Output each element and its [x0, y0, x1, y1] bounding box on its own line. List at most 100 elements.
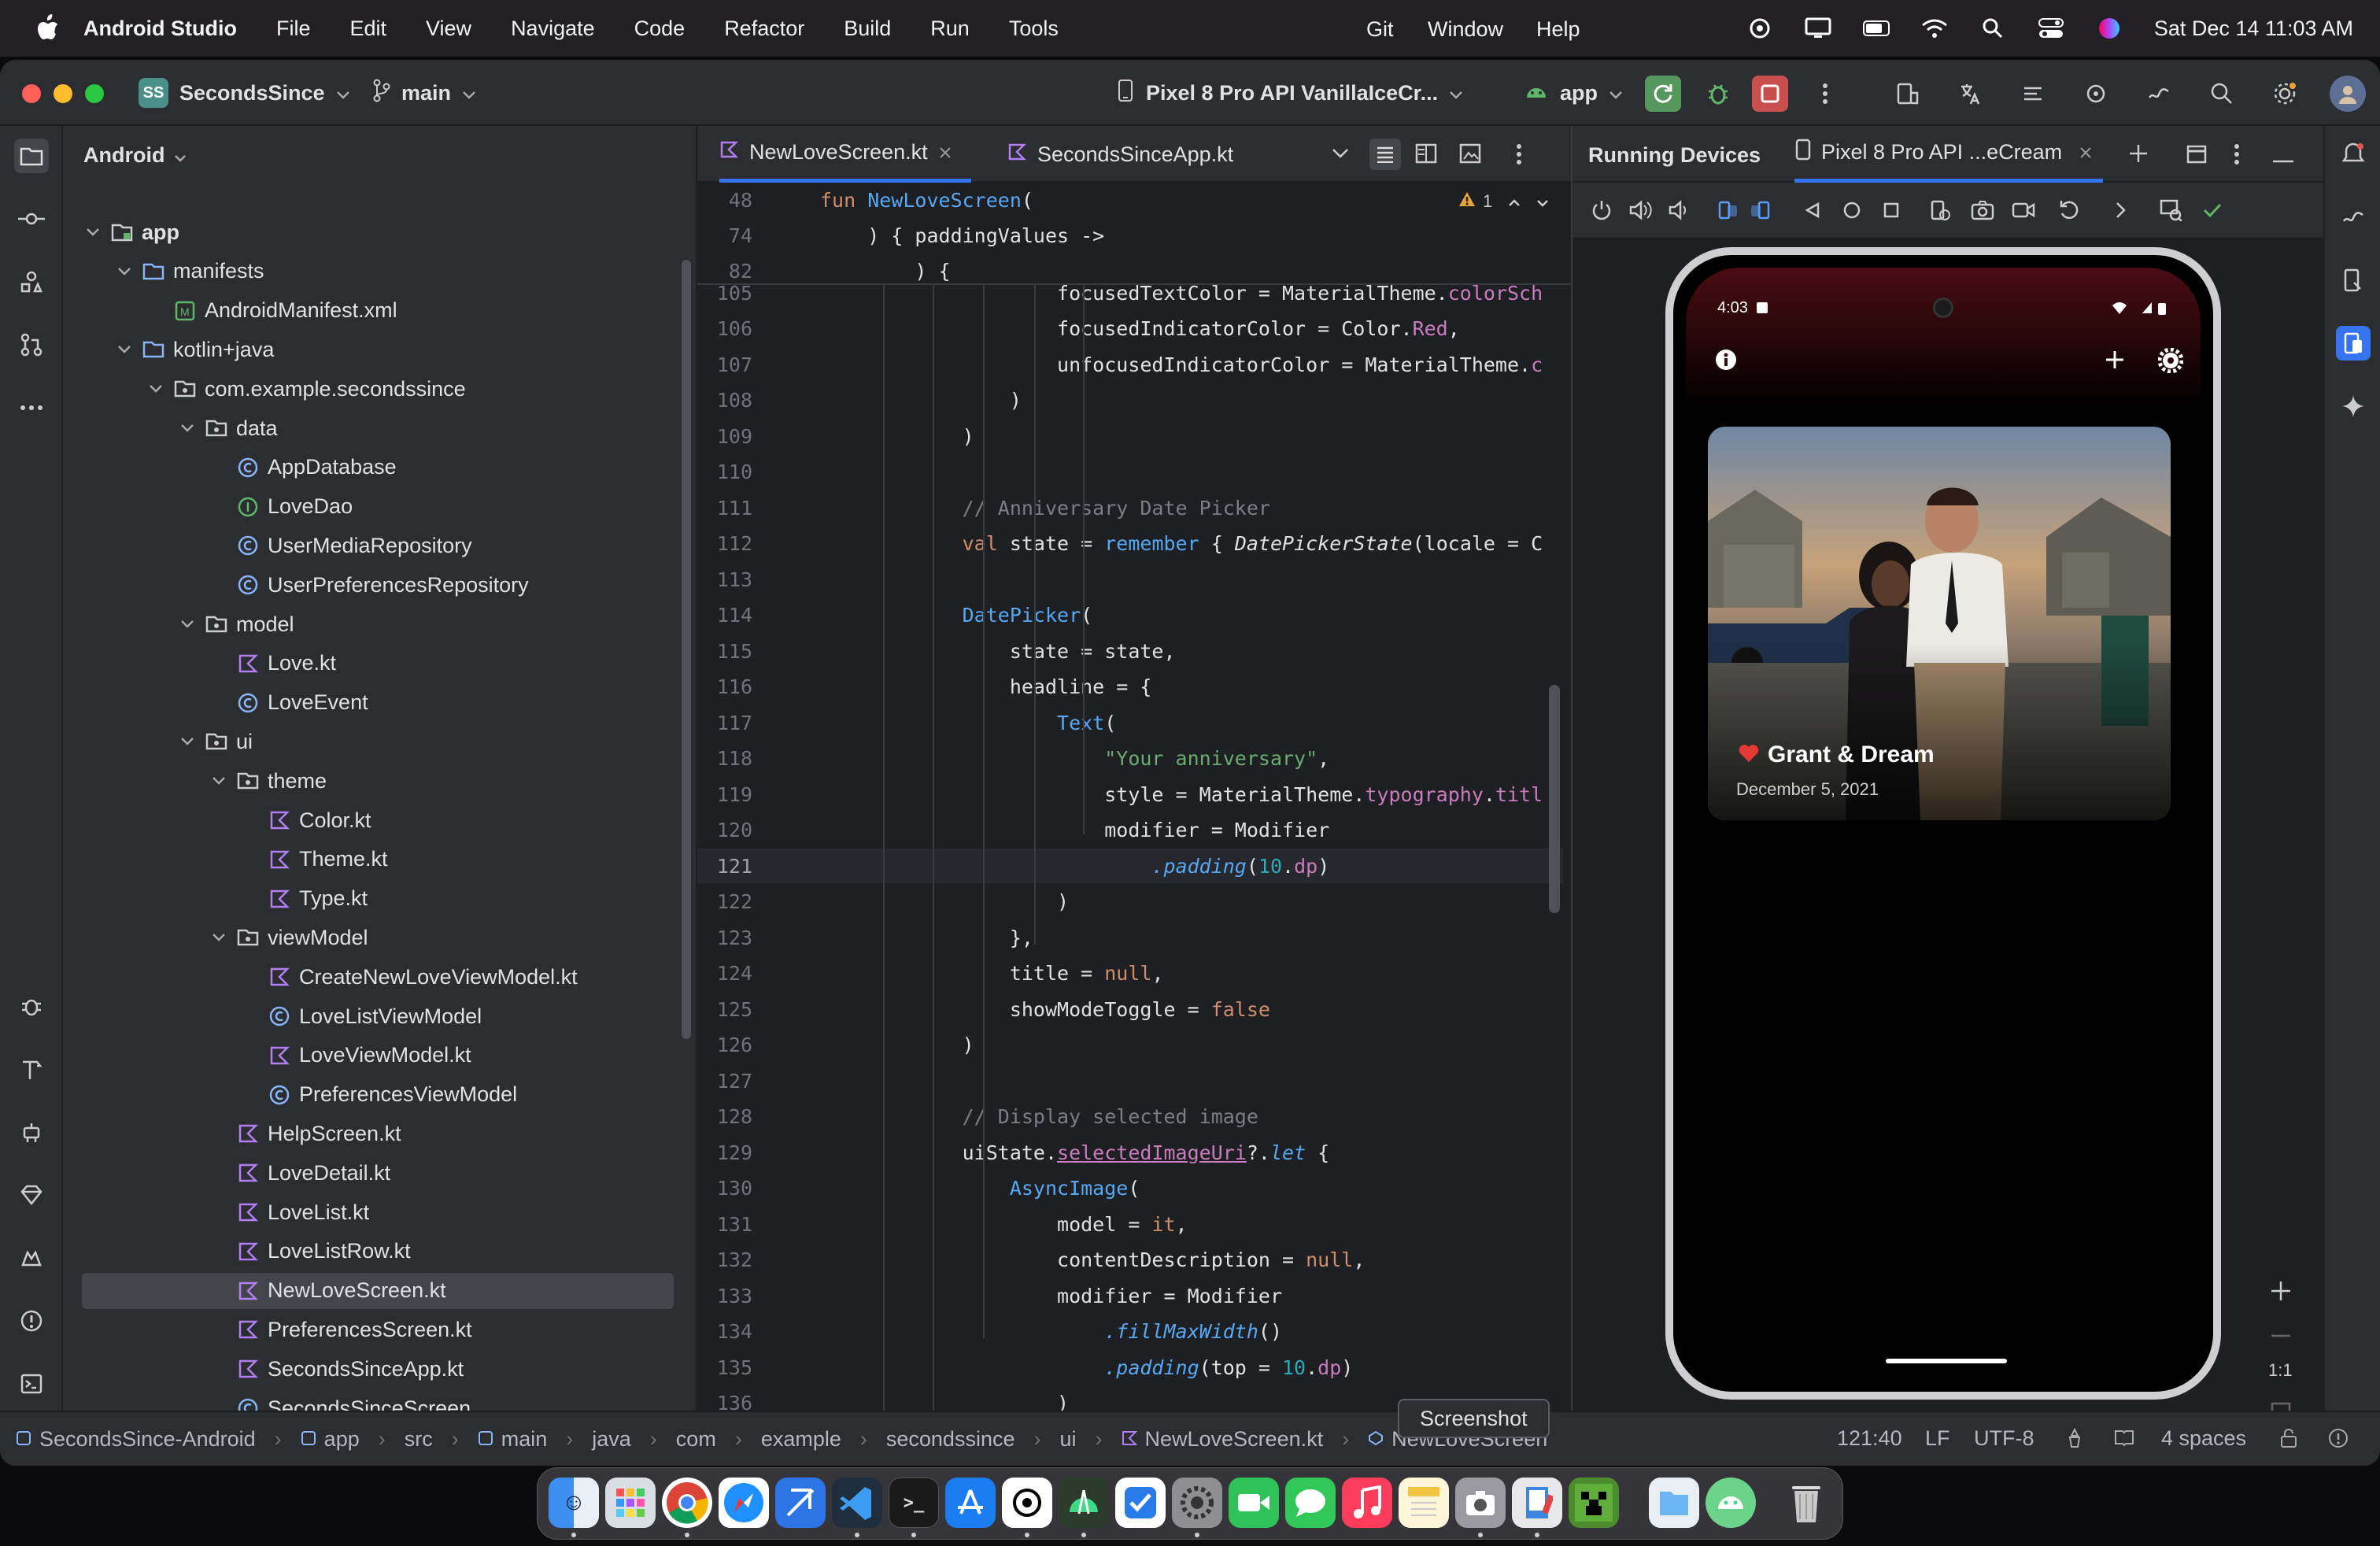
more-tools-button[interactable]	[14, 390, 49, 425]
chevron-down-icon[interactable]	[115, 340, 134, 359]
tree-item-model[interactable]: model	[178, 606, 294, 642]
resource-manager-button[interactable]	[14, 264, 49, 299]
tab-secondssinceapp[interactable]: SecondsSinceApp.kt	[1007, 126, 1233, 183]
commit-tool-button[interactable]	[14, 202, 49, 236]
dock-notes[interactable]	[1399, 1478, 1449, 1528]
rerun-button[interactable]	[1645, 76, 1681, 112]
tree-item-userpreferencesrepository[interactable]: UserPreferencesRepository	[209, 567, 529, 603]
wifi-icon[interactable]	[1921, 17, 1948, 40]
running-devices-tool-button[interactable]	[2336, 326, 2371, 361]
readonly-lock-icon[interactable]	[2279, 1428, 2298, 1454]
problems-tool-button[interactable]	[14, 1304, 49, 1338]
code-line[interactable]: 134 .fillMaxWidth()	[697, 1315, 1563, 1349]
breadcrumb-item[interactable]: app	[324, 1427, 360, 1452]
breadcrumb-item[interactable]: example	[761, 1427, 841, 1452]
chevron-down-icon[interactable]	[209, 771, 228, 790]
settings-gear-icon[interactable]	[2157, 347, 2184, 377]
tree-item-usermediarepository[interactable]: UserMediaRepository	[209, 527, 472, 564]
zoom-in-icon[interactable]	[2270, 1280, 2292, 1306]
code-line[interactable]: 112 val state = remember { DatePickerSta…	[697, 527, 1563, 561]
chevron-down-icon[interactable]	[146, 379, 165, 398]
tree-item-preferencesscreen-kt[interactable]: PreferencesScreen.kt	[209, 1311, 472, 1348]
dock-folder[interactable]	[1649, 1478, 1699, 1528]
code-line[interactable]: 117 Text(	[697, 705, 1563, 740]
next-highlight-icon[interactable]	[1536, 191, 1549, 212]
dock-system-settings[interactable]	[1172, 1478, 1222, 1528]
battery-icon[interactable]	[1862, 17, 1890, 40]
code-line[interactable]: 116 headline = {	[697, 670, 1563, 705]
tree-item-love-kt[interactable]: Love.kt	[209, 645, 336, 682]
menu-window[interactable]: Window	[1428, 17, 1503, 42]
code-line[interactable]: 132 contentDescription = null,	[697, 1243, 1563, 1278]
checkmark-icon[interactable]	[2199, 197, 2226, 224]
terminal-tool-button[interactable]	[14, 1367, 49, 1401]
menu-edit[interactable]: Edit	[349, 17, 386, 41]
zoom-actual-size[interactable]: 1:1	[2268, 1360, 2293, 1381]
tree-item-loveviewmodel-kt[interactable]: LoveViewModel.kt	[241, 1037, 471, 1074]
code-view-button[interactable]	[1369, 139, 1401, 170]
tree-item-color-kt[interactable]: Color.kt	[241, 802, 371, 838]
code-line[interactable]: 127	[697, 1063, 1563, 1098]
tree-item-kotlin-java[interactable]: kotlin+java	[115, 331, 274, 368]
code-line[interactable]: 114 DatePicker(	[697, 598, 1563, 633]
tree-item-androidmanifest-xml[interactable]: M AndroidManifest.xml	[146, 293, 397, 329]
tree-item-newlovescreen-kt[interactable]: NewLoveScreen.kt	[82, 1272, 674, 1309]
dock-screenshot[interactable]	[1455, 1478, 1506, 1528]
dock-terminal[interactable]: >_	[889, 1478, 939, 1528]
gesture-navigation-bar[interactable]	[1886, 1359, 2007, 1363]
dock-trash[interactable]	[1781, 1478, 1831, 1528]
tree-item-createnewloveviewmodel-kt[interactable]: CreateNewLoveViewModel.kt	[241, 959, 578, 995]
translate-button[interactable]	[1952, 76, 1988, 112]
volume-up-icon[interactable]	[1628, 197, 1654, 224]
notifications-icon[interactable]	[2336, 137, 2371, 172]
chevron-down-icon[interactable]	[178, 732, 197, 751]
minimize-window-button[interactable]	[54, 84, 72, 103]
design-view-icon[interactable]	[1459, 143, 1481, 168]
close-tab-icon[interactable]	[2079, 140, 2092, 165]
tree-item-theme-kt[interactable]: Theme.kt	[241, 841, 388, 878]
debug-tool-button[interactable]	[14, 989, 49, 1023]
sync-project-button[interactable]	[2015, 76, 2051, 112]
tree-item-ui[interactable]: ui	[178, 723, 253, 760]
code-line[interactable]: 124 title = null,	[697, 956, 1563, 991]
code-line[interactable]: 135 .padding(top = 10.dp)	[697, 1350, 1563, 1385]
indent-setting[interactable]: 4 spaces	[2161, 1426, 2246, 1451]
tree-item-app[interactable]: app	[83, 214, 179, 250]
dock-finder[interactable]: ☺	[549, 1478, 599, 1528]
menu-tools[interactable]: Tools	[1009, 17, 1059, 41]
tree-item-com-example-secondssince[interactable]: com.example.secondssince	[146, 371, 466, 407]
project-view-selector[interactable]: Android	[83, 143, 187, 168]
code-line[interactable]: 110	[697, 455, 1563, 490]
logcat-tool-button[interactable]	[14, 1241, 49, 1275]
dock-minecraft[interactable]	[1569, 1478, 1619, 1528]
tree-item-lovedetail-kt[interactable]: LoveDetail.kt	[209, 1155, 390, 1191]
code-line[interactable]: 118 "Your anniversary",	[697, 742, 1563, 776]
reader-mode-icon[interactable]	[2114, 1428, 2134, 1452]
breadcrumb-item[interactable]: ui	[1059, 1427, 1076, 1452]
branch-selector[interactable]: main	[373, 74, 476, 112]
more-actions-button[interactable]	[1807, 76, 1843, 112]
stop-button[interactable]	[1752, 76, 1788, 112]
screen-record-icon[interactable]	[2010, 197, 2037, 224]
device-tab[interactable]: Pixel 8 Pro API ...eCream	[1794, 126, 2104, 183]
code-line[interactable]: 123 },	[697, 920, 1563, 955]
rotate-right-icon[interactable]	[1747, 197, 1774, 224]
tree-item-data[interactable]: data	[178, 410, 278, 446]
code-line[interactable]: 74 ) { paddingValues ->	[697, 218, 1563, 253]
window-layout-icon[interactable]	[2186, 145, 2207, 168]
gradle-tool-button[interactable]	[14, 1178, 49, 1212]
info-icon[interactable]	[1714, 348, 1738, 375]
code-line[interactable]: 125 showModeToggle = false	[697, 992, 1563, 1026]
code-line[interactable]: 122 )	[697, 885, 1563, 919]
expand-toolbar-icon[interactable]	[2108, 197, 2134, 224]
breadcrumb-item[interactable]: NewLoveScreen.kt	[1145, 1427, 1324, 1452]
menu-app-name[interactable]: Android Studio	[83, 17, 237, 41]
settings-button[interactable]	[2267, 76, 2303, 112]
phone-screen[interactable]: 4:03 Grant & Dream December 5, 2021	[1686, 268, 2201, 1379]
back-icon[interactable]	[1799, 197, 1826, 224]
zoom-window-button[interactable]	[85, 84, 104, 103]
code-line[interactable]: 109 )	[697, 419, 1563, 453]
previous-highlight-icon[interactable]	[1508, 191, 1521, 212]
breadcrumb-item[interactable]: secondssince	[886, 1427, 1015, 1452]
dock-safari[interactable]	[719, 1478, 769, 1528]
